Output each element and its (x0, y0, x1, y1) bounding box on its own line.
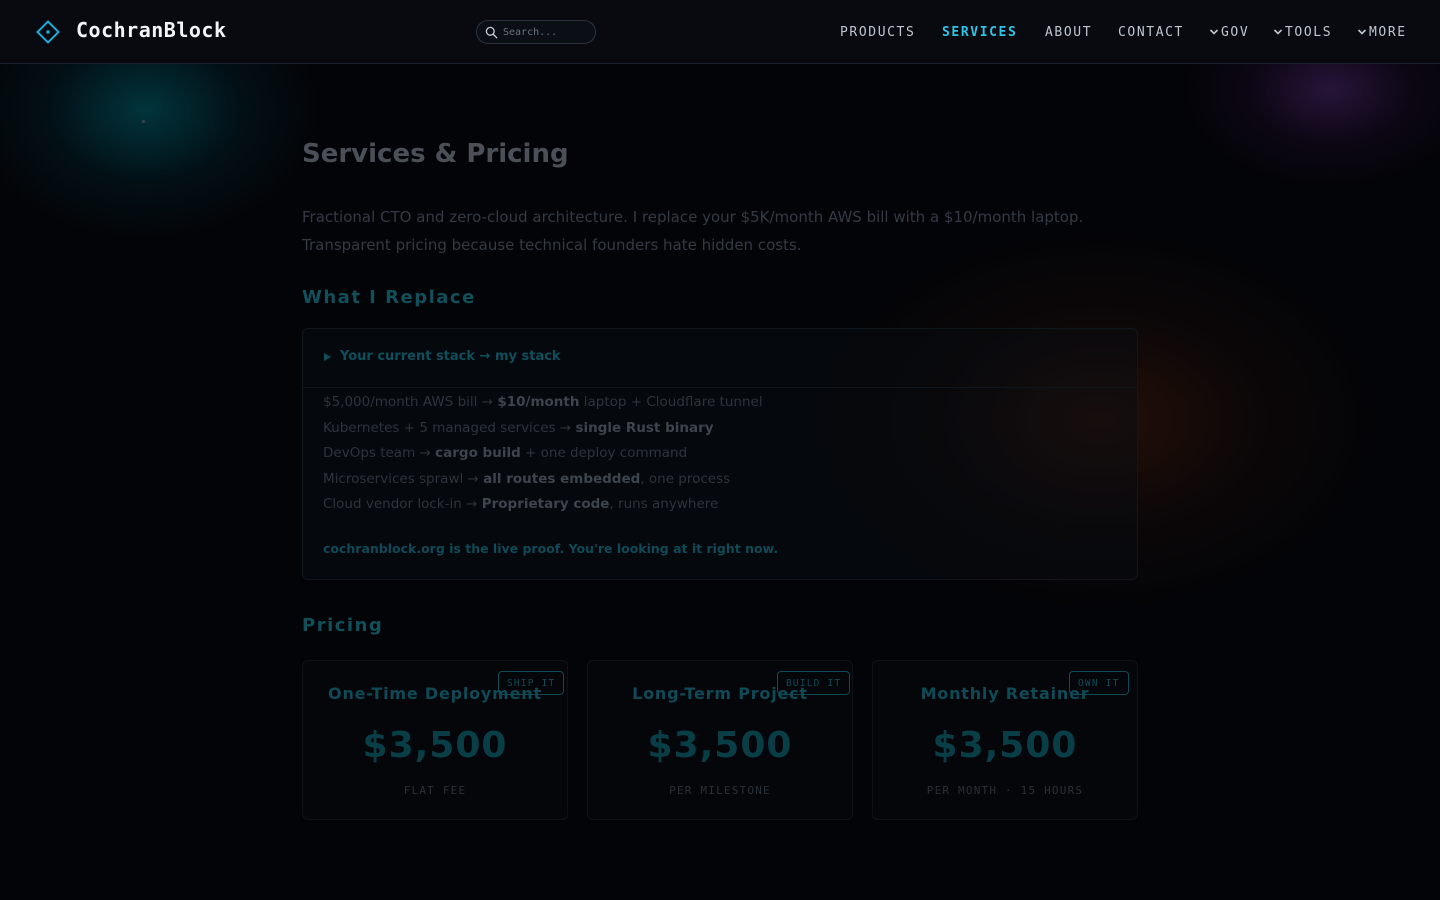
section-heading-pricing: Pricing (302, 615, 384, 636)
proof-note: cochranblock.org is the live proof. You'… (323, 541, 779, 556)
nav-gov-label: GOV (1221, 24, 1250, 40)
chevron-down-icon (1273, 29, 1283, 35)
pricing-card-title: One-Time Deployment (328, 684, 542, 703)
nav-services[interactable]: SERVICES (942, 23, 1017, 41)
section-heading-replace: What I Replace (302, 287, 476, 308)
nav-about[interactable]: ABOUT (1045, 23, 1092, 41)
main-content: Services & Pricing Fractional CTO and ze… (0, 65, 1440, 900)
replace-details: Your current stack → my stack $5,000/mon… (302, 328, 1138, 580)
replace-row: $5,000/month AWS bill → $10/month laptop… (323, 394, 763, 410)
search-icon (485, 26, 498, 38)
nav-tools-label: TOOLS (1285, 24, 1333, 40)
replace-row: Microservices sprawl → all routes embedd… (323, 470, 731, 487)
page-title: Services & Pricing (302, 139, 569, 169)
pricing-card-unit: FLAT FEE (403, 784, 467, 797)
chevron-down-icon (1209, 29, 1219, 35)
nav-contact[interactable]: CONTACT (1118, 23, 1184, 41)
pricing-card-unit: PER MILESTONE (669, 784, 771, 797)
nav-products[interactable]: PRODUCTS (840, 23, 915, 41)
pricing-card-title: Monthly Retainer (920, 684, 1090, 703)
pricing-card-price: $3,500 (362, 725, 508, 766)
pricing-card-title: Long-Term Project (632, 684, 808, 703)
replace-row: Kubernetes + 5 managed services → single… (323, 419, 714, 436)
nav-more[interactable]: MORE (1357, 23, 1407, 41)
pricing-card-unit: PER MONTH · 15 HOURS (926, 784, 1084, 797)
pricing-card-deployment: SHIP IT One-Time Deployment $3,500 FLAT … (302, 660, 568, 820)
replace-row: Cloud vendor lock-in → Proprietary code,… (323, 496, 719, 513)
nav-gov[interactable]: GOV (1209, 23, 1249, 41)
pricing-card-price: $3,500 (647, 725, 793, 766)
nav-more-label: MORE (1369, 24, 1407, 40)
page-intro: Fractional CTO and zero-cloud architectu… (302, 208, 1084, 254)
brand-name[interactable]: CochranBlock (76, 18, 227, 42)
nav-tools[interactable]: TOOLS (1273, 23, 1332, 41)
pricing-card-retainer: OWN IT Monthly Retainer $3,500 PER MONTH… (872, 660, 1138, 820)
replace-list: $5,000/month AWS bill → $10/month laptop… (323, 390, 763, 518)
pricing-card-project: BUILD IT Long-Term Project $3,500 PER MI… (587, 660, 853, 820)
diamond-logo-icon[interactable] (36, 20, 60, 44)
divider (303, 387, 1137, 388)
pricing-card-price: $3,500 (932, 725, 1078, 766)
site-header: CochranBlock PRODUCTS SERVICES ABOUT CON… (0, 0, 1440, 64)
replace-summary-label: Your current stack → my stack (340, 349, 561, 364)
replace-summary-toggle[interactable]: Your current stack → my stack (323, 349, 561, 364)
search-box[interactable] (476, 20, 596, 44)
replace-row: DevOps team → cargo build + one deploy c… (323, 445, 688, 462)
search-input[interactable] (503, 26, 591, 38)
chevron-down-icon (1357, 29, 1367, 35)
triangle-right-icon (324, 352, 331, 361)
